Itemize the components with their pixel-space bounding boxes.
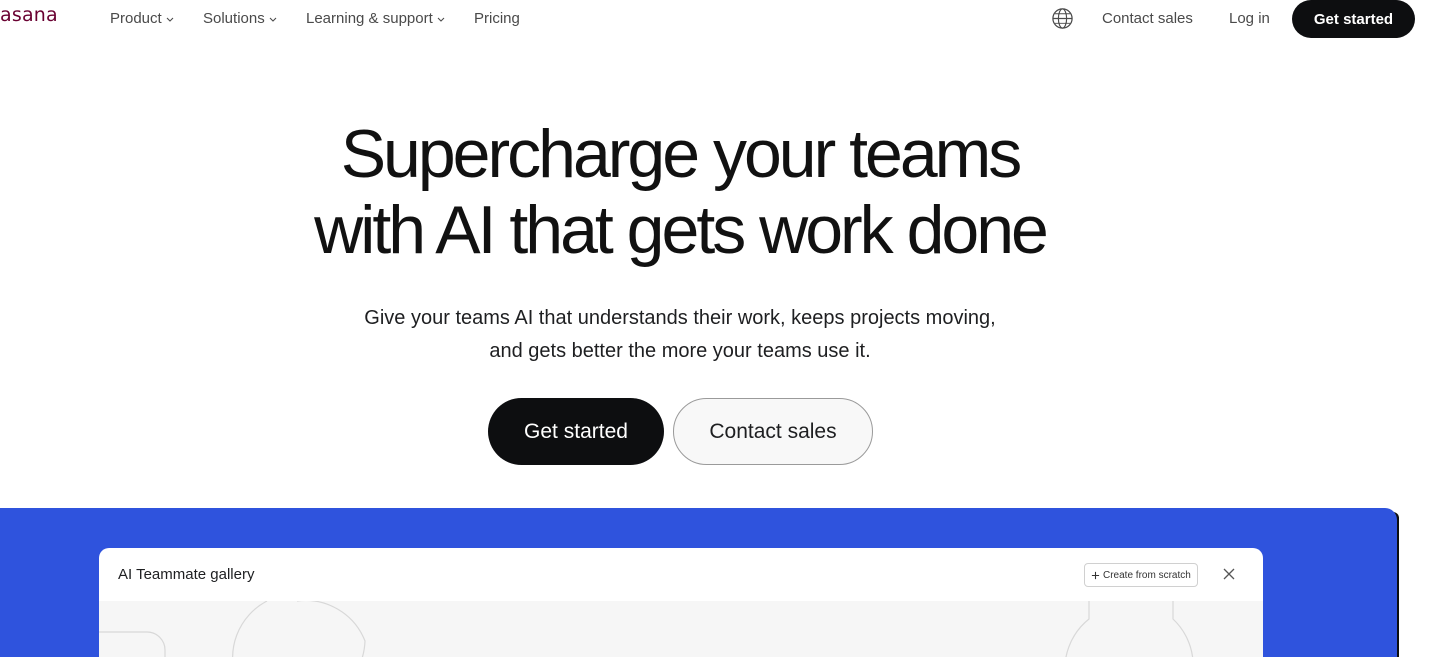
nav-item-solutions[interactable]: Solutions [203, 10, 278, 27]
ai-teammate-gallery-panel: AI Teammate gallery Create from scratch [99, 548, 1263, 657]
hero-subtitle-line: Give your teams AI that understands thei… [364, 307, 996, 329]
hero-subtitle: Give your teams AI that understands thei… [0, 302, 1360, 368]
hero-get-started-button[interactable]: Get started [488, 398, 664, 465]
hero-subtitle-line: and gets better the more your teams use … [489, 340, 871, 362]
nav-item-label: Product [110, 10, 162, 27]
asana-logo[interactable]: asana [0, 4, 58, 26]
page: asana Product Solutions Learning & suppo… [0, 0, 1450, 657]
gallery-decorative-shapes [99, 599, 1194, 657]
panel-header: AI Teammate gallery Create from scratch [99, 548, 1263, 601]
contact-sales-link[interactable]: Contact sales [1102, 10, 1193, 27]
create-button-label: Create from scratch [1103, 569, 1191, 581]
nav-item-learning-support[interactable]: Learning & support [306, 10, 446, 27]
hero-title-line: Supercharge your teams [340, 116, 1023, 192]
hero-title: Supercharge your teams with AI that gets… [0, 116, 1360, 268]
chevron-down-icon [166, 17, 174, 22]
panel-title: AI Teammate gallery [118, 566, 255, 583]
gallery-body [99, 599, 1263, 657]
nav-item-product[interactable]: Product [110, 10, 175, 27]
login-link[interactable]: Log in [1229, 10, 1270, 27]
close-icon[interactable] [1222, 567, 1236, 581]
nav-item-pricing[interactable]: Pricing [474, 10, 520, 27]
hero-title-line: with AI that gets work done [314, 192, 1049, 268]
hero-contact-sales-button[interactable]: Contact sales [673, 398, 873, 465]
nav-item-label: Pricing [474, 10, 520, 27]
chevron-down-icon [269, 17, 277, 22]
nav-get-started-button[interactable]: Get started [1292, 0, 1415, 38]
top-nav: asana Product Solutions Learning & suppo… [0, 0, 1450, 38]
plus-icon [1091, 571, 1100, 579]
nav-item-label: Solutions [203, 10, 265, 27]
chevron-down-icon [437, 17, 445, 22]
globe-icon[interactable] [1051, 7, 1074, 30]
nav-item-label: Learning & support [306, 10, 433, 27]
create-from-scratch-button[interactable]: Create from scratch [1084, 563, 1198, 587]
